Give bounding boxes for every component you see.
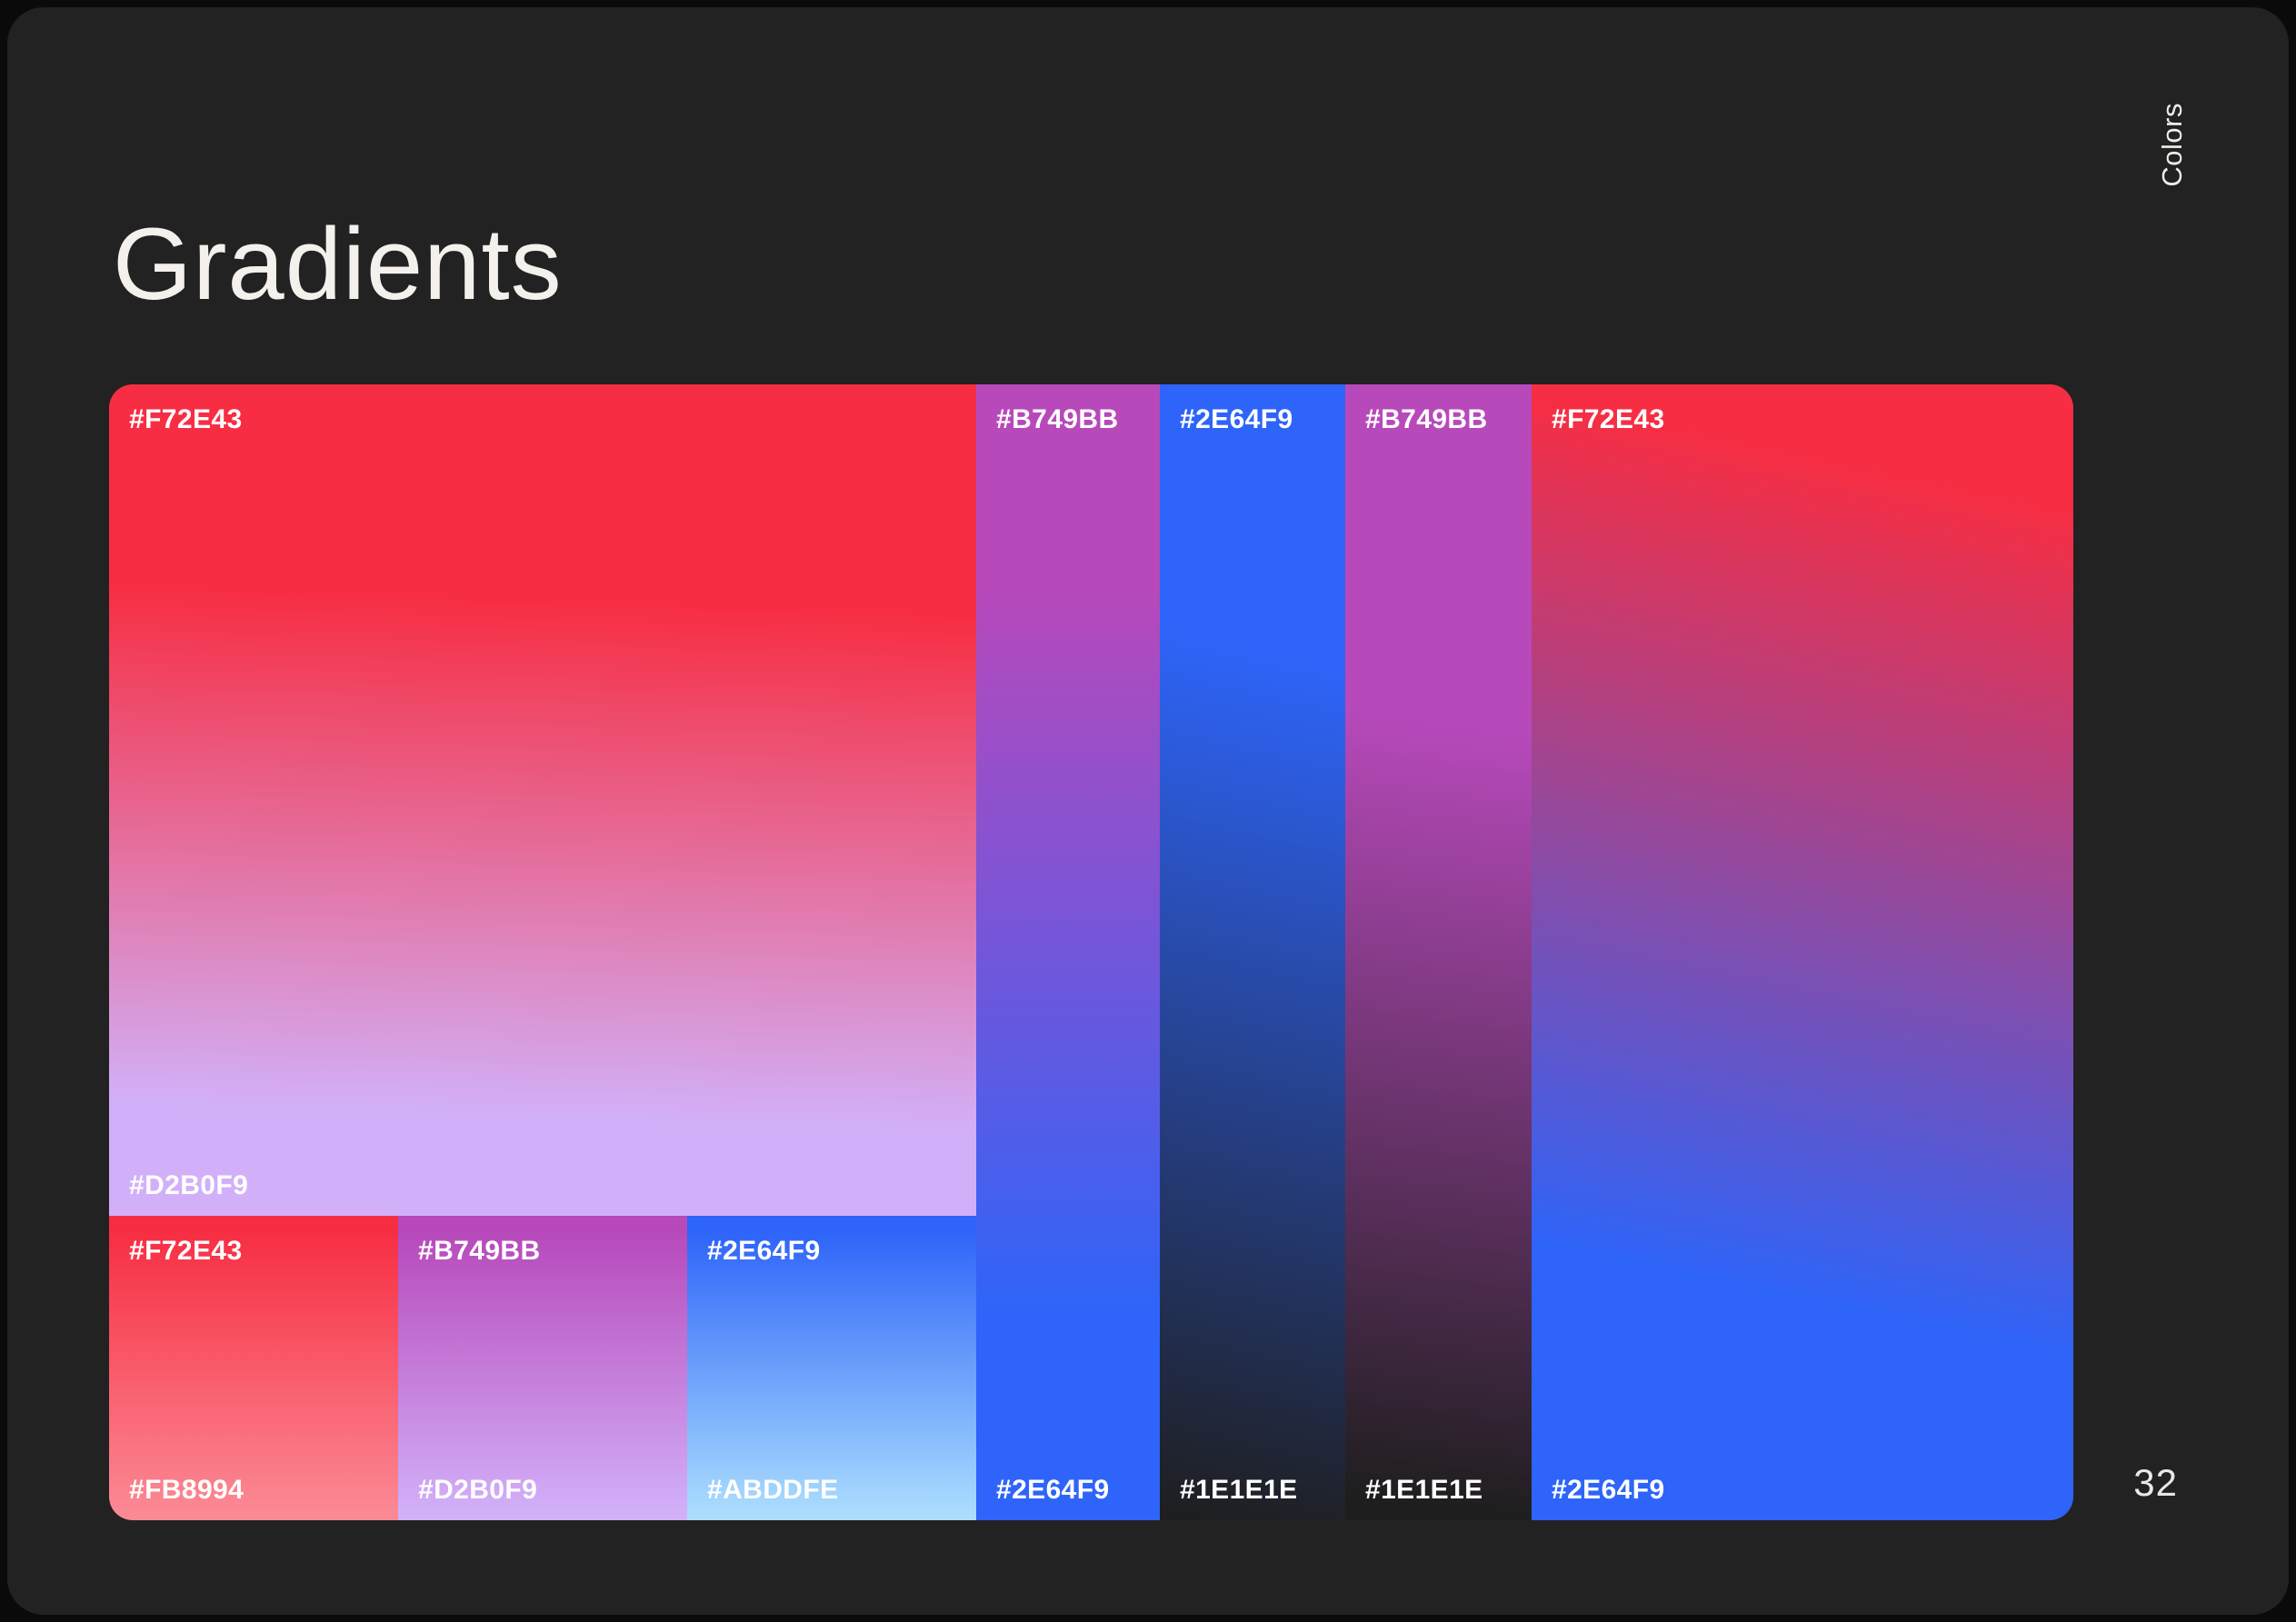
- gradient-swatch-blue-to-dark: #2E64F9 #1E1E1E: [1160, 384, 1345, 1520]
- gradient-swatch-purple-to-dark: #B749BB #1E1E1E: [1345, 384, 1532, 1520]
- swatch-end-hex-label: #D2B0F9: [418, 1475, 537, 1506]
- swatch-end-hex-label: #ABDDFE: [707, 1475, 838, 1506]
- swatch-start-hex-label: #2E64F9: [1180, 404, 1293, 435]
- swatch-start-hex-label: #2E64F9: [707, 1236, 821, 1267]
- gradient-swatch-red-to-salmon: #F72E43 #FB8994: [109, 1216, 398, 1520]
- swatch-start-hex-label: #B749BB: [996, 404, 1119, 435]
- swatch-end-hex-label: #2E64F9: [996, 1475, 1110, 1506]
- gradient-swatch-purple-to-lilac: #B749BB #D2B0F9: [398, 1216, 687, 1520]
- slide-canvas: Gradients Colors #F72E43 #D2B0F9 #F72E43…: [7, 7, 2289, 1615]
- swatch-end-hex-label: #1E1E1E: [1180, 1475, 1298, 1506]
- gradient-swatch-blue-to-sky: #2E64F9 #ABDDFE: [687, 1216, 976, 1520]
- swatch-start-hex-label: #F72E43: [129, 1236, 243, 1267]
- page-title: Gradients: [113, 208, 563, 320]
- gradient-swatch-red-to-blue: #F72E43 #2E64F9: [1532, 384, 2073, 1520]
- gradient-grid-left-section: #F72E43 #D2B0F9 #F72E43 #FB8994 #B749BB …: [109, 384, 976, 1520]
- swatch-start-hex-label: #B749BB: [418, 1236, 541, 1267]
- section-tab-colors: Colors: [2156, 103, 2189, 187]
- gradient-grid: #F72E43 #D2B0F9 #F72E43 #FB8994 #B749BB …: [109, 384, 2073, 1520]
- gradient-swatch-red-to-lavender: #F72E43 #D2B0F9: [109, 384, 976, 1216]
- swatch-end-hex-label: #1E1E1E: [1365, 1475, 1483, 1506]
- swatch-end-hex-label: #D2B0F9: [129, 1170, 248, 1201]
- swatch-start-hex-label: #F72E43: [1552, 404, 1665, 435]
- swatch-start-hex-label: #B749BB: [1365, 404, 1488, 435]
- small-swatch-row: #F72E43 #FB8994 #B749BB #D2B0F9 #2E64F9 …: [109, 1216, 976, 1520]
- page-number: 32: [2133, 1461, 2178, 1505]
- swatch-end-hex-label: #2E64F9: [1552, 1475, 1665, 1506]
- gradient-swatch-purple-to-blue: #B749BB #2E64F9: [976, 384, 1160, 1520]
- swatch-end-hex-label: #FB8994: [129, 1475, 244, 1506]
- swatch-start-hex-label: #F72E43: [129, 404, 243, 435]
